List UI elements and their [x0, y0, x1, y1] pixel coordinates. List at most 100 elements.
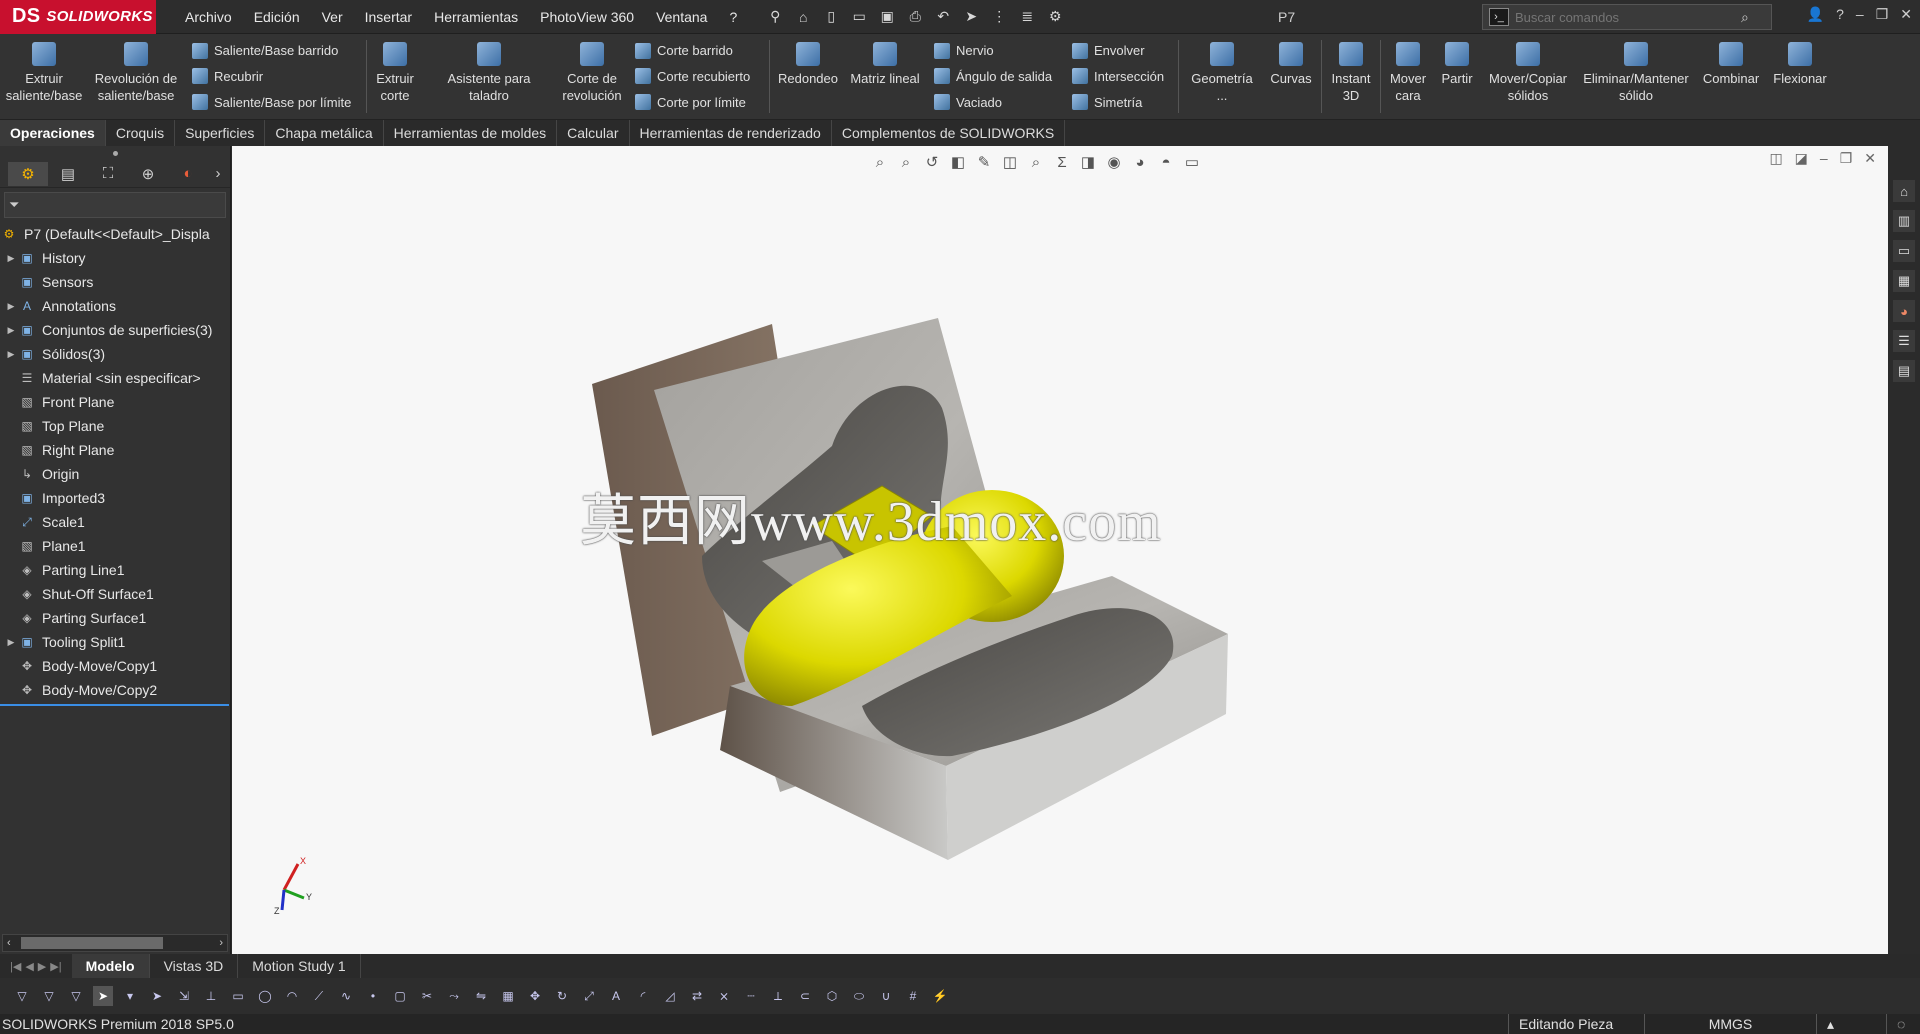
- menu-insertar[interactable]: Insertar: [354, 9, 423, 25]
- spline-icon[interactable]: ∿: [336, 986, 356, 1006]
- menu-herramientas[interactable]: Herramientas: [423, 9, 529, 25]
- tree-item-front-plane[interactable]: ▧ Front Plane: [0, 390, 230, 414]
- linear-pattern-button[interactable]: Matriz lineal: [844, 34, 926, 119]
- rapid-sketch-icon[interactable]: ⚡: [930, 986, 950, 1006]
- circle-icon[interactable]: ◯: [255, 986, 275, 1006]
- scroll-left-icon[interactable]: ‹: [7, 937, 11, 949]
- swept-boss-button[interactable]: Saliente/Base barrido: [192, 42, 356, 59]
- menu-archivo[interactable]: Archivo: [174, 9, 243, 25]
- options-gear-icon[interactable]: ⚙: [1046, 8, 1064, 26]
- filter-edges-icon[interactable]: ▽: [12, 986, 32, 1006]
- revolve-cut-button[interactable]: Corte de revolución: [557, 34, 627, 119]
- mirror-button[interactable]: Simetría: [1072, 94, 1168, 111]
- property-manager-tab-icon[interactable]: ▤: [48, 162, 88, 186]
- shell-button[interactable]: Vaciado: [934, 94, 1056, 111]
- tab-motion-study[interactable]: Motion Study 1: [238, 954, 361, 978]
- feature-manager-tab-icon[interactable]: ⚙: [8, 161, 48, 186]
- select-cursor-icon[interactable]: ➤: [962, 8, 980, 26]
- new-document-icon[interactable]: ▯: [822, 8, 840, 26]
- tree-root-part[interactable]: ⚙ P7 (Default<<Default>_Displa: [0, 222, 230, 246]
- file-properties-icon[interactable]: ≣: [1018, 8, 1036, 26]
- dimxpert-tab-icon[interactable]: ⊕: [128, 162, 168, 186]
- construction-icon[interactable]: ┈: [741, 986, 761, 1006]
- tab-herramientas-renderizado[interactable]: Herramientas de renderizado: [630, 120, 832, 146]
- select-dropdown-icon[interactable]: ▾: [120, 986, 140, 1006]
- first-tab-icon[interactable]: |◀: [10, 960, 21, 973]
- fillet-sketch-icon[interactable]: ◜: [633, 986, 653, 1006]
- tree-item-surface-bodies[interactable]: ▶ ▣ Conjuntos de superficies(3): [0, 318, 230, 342]
- tree-item-plane1[interactable]: ▧ Plane1: [0, 534, 230, 558]
- slot-icon[interactable]: ⊂: [795, 986, 815, 1006]
- print-icon[interactable]: ⎙: [906, 8, 924, 26]
- appearances-icon[interactable]: ◕: [1893, 300, 1915, 322]
- tree-horizontal-scrollbar[interactable]: ‹ ›: [2, 934, 228, 952]
- configuration-manager-tab-icon[interactable]: ⛶: [88, 162, 128, 186]
- parabola-icon[interactable]: ∪: [876, 986, 896, 1006]
- curves-button[interactable]: Curvas: [1263, 34, 1319, 119]
- expand-arrow-icon[interactable]: ▶: [4, 637, 18, 648]
- extend-icon[interactable]: ⤳: [444, 986, 464, 1006]
- home-icon[interactable]: ⌂: [794, 8, 812, 26]
- offset-icon[interactable]: ▢: [390, 986, 410, 1006]
- expand-arrow-icon[interactable]: ▶: [4, 325, 18, 336]
- select-other-icon[interactable]: ➤: [147, 986, 167, 1006]
- boundary-cut-button[interactable]: Corte por límite: [635, 94, 759, 111]
- search-icon[interactable]: ⌕: [1741, 9, 1749, 26]
- loft-boss-button[interactable]: Recubrir: [192, 68, 356, 85]
- move-entities-icon[interactable]: ✥: [525, 986, 545, 1006]
- tree-item-top-plane[interactable]: ▧ Top Plane: [0, 414, 230, 438]
- menu-help[interactable]: ?: [718, 9, 748, 25]
- feature-filter[interactable]: ⏷: [4, 192, 226, 218]
- tree-item-material[interactable]: ☰ Material <sin especificar>: [0, 366, 230, 390]
- menu-ver[interactable]: Ver: [311, 9, 354, 25]
- tree-item-origin[interactable]: ↳ Origin: [0, 462, 230, 486]
- solidworks-resources-icon[interactable]: ⌂: [1893, 180, 1915, 202]
- intersect-button[interactable]: Intersección: [1072, 68, 1168, 85]
- undo-icon[interactable]: ↶: [934, 8, 952, 26]
- tree-item-imported3[interactable]: ▣ Imported3: [0, 486, 230, 510]
- select-tool-icon[interactable]: ➤: [93, 986, 113, 1006]
- polygon-icon[interactable]: ⬡: [822, 986, 842, 1006]
- centerline-icon[interactable]: ⟂: [768, 986, 788, 1006]
- tab-complementos[interactable]: Complementos de SOLIDWORKS: [832, 120, 1066, 146]
- line-icon[interactable]: ⟋: [309, 986, 329, 1006]
- rollback-bar[interactable]: [0, 704, 229, 706]
- notifications-icon[interactable]: ◌: [1886, 1014, 1920, 1034]
- traffic-light-icon[interactable]: ⋮: [990, 8, 1008, 26]
- tree-item-body-move-copy1[interactable]: ✥ Body-Move/Copy1: [0, 654, 230, 678]
- flex-button[interactable]: Flexionar: [1765, 34, 1835, 119]
- file-explorer-icon[interactable]: ▭: [1893, 240, 1915, 262]
- wrap-button[interactable]: Envolver: [1072, 42, 1168, 59]
- relations-icon[interactable]: ⊥: [201, 986, 221, 1006]
- mirror-entities-icon[interactable]: ⇋: [471, 986, 491, 1006]
- tree-item-right-plane[interactable]: ▧ Right Plane: [0, 438, 230, 462]
- boundary-boss-button[interactable]: Saliente/Base por límite: [192, 94, 356, 111]
- design-library-icon[interactable]: ▥: [1893, 210, 1915, 232]
- menu-ventana[interactable]: Ventana: [645, 9, 718, 25]
- combine-button[interactable]: Combinar: [1697, 34, 1765, 119]
- close-icon[interactable]: ✕: [1900, 6, 1912, 23]
- menu-photoview[interactable]: PhotoView 360: [529, 9, 645, 25]
- forum-icon[interactable]: ▤: [1893, 360, 1915, 382]
- expand-arrow-icon[interactable]: ▶: [4, 253, 18, 264]
- view-palette-icon[interactable]: ▦: [1893, 270, 1915, 292]
- graphics-area[interactable]: ⌕ ⌕ ↺ ◧ ✎ ◫ ⌕ Σ ◨ ◉ ◕ ◓ ▭ ◫ ◪ – ❐ ✕ 莫西网w…: [232, 146, 1888, 954]
- units-status[interactable]: MMGS: [1644, 1014, 1816, 1034]
- tree-item-parting-surface1[interactable]: ◈ Parting Surface1: [0, 606, 230, 630]
- tab-chapa-metalica[interactable]: Chapa metálica: [265, 120, 384, 146]
- rotate-icon[interactable]: ↻: [552, 986, 572, 1006]
- scale-entities-icon[interactable]: ⤢: [579, 986, 599, 1006]
- reference-geometry-button[interactable]: Geometría ...: [1181, 34, 1263, 119]
- arc-icon[interactable]: ◠: [282, 986, 302, 1006]
- extrude-boss-button[interactable]: Extruir saliente/base: [0, 34, 88, 119]
- intersection-curve-icon[interactable]: ⨯: [714, 986, 734, 1006]
- panel-handle[interactable]: [0, 146, 230, 160]
- ellipse-icon[interactable]: ⬭: [849, 986, 869, 1006]
- tab-vistas-3d[interactable]: Vistas 3D: [150, 954, 239, 978]
- last-tab-icon[interactable]: ▶|: [50, 960, 61, 973]
- help-icon[interactable]: ?: [1836, 6, 1844, 23]
- swept-cut-button[interactable]: Corte barrido: [635, 42, 759, 59]
- tab-calcular[interactable]: Calcular: [557, 120, 630, 146]
- prev-tab-icon[interactable]: ◀: [25, 960, 33, 973]
- rib-button[interactable]: Nervio: [934, 42, 1056, 59]
